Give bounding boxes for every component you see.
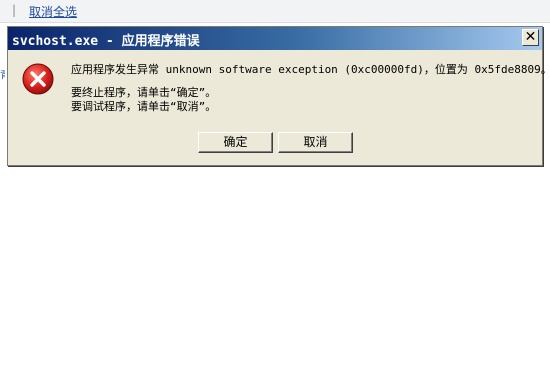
toolbar-separator: | — [12, 3, 17, 17]
background-edge-text: 背 — [0, 70, 5, 80]
dialog-titlebar[interactable]: svchost.exe - 应用程序错误 ✕ — [8, 27, 542, 50]
message-line-exception: 应用程序发生异常 unknown software exception (0xc… — [71, 63, 550, 76]
background-toolbar: | 取消全选 — [0, 0, 550, 23]
ok-button[interactable]: 确定 — [198, 132, 273, 153]
deselect-all-link[interactable]: 取消全选 — [29, 3, 77, 20]
message-line-debug: 要调试程序，请单击“取消”。 — [71, 100, 217, 113]
error-dialog: svchost.exe - 应用程序错误 ✕ 应用程序发生异常 unknown … — [7, 26, 550, 166]
close-button[interactable]: ✕ — [522, 29, 539, 46]
error-x-icon — [22, 63, 54, 95]
close-icon: ✕ — [524, 29, 537, 45]
error-message: 应用程序发生异常 unknown software exception (0xc… — [71, 63, 550, 114]
dialog-title: svchost.exe - 应用程序错误 — [12, 34, 200, 49]
cancel-button[interactable]: 取消 — [278, 132, 353, 153]
message-line-terminate: 要终止程序，请单击“确定”。 — [71, 86, 217, 99]
